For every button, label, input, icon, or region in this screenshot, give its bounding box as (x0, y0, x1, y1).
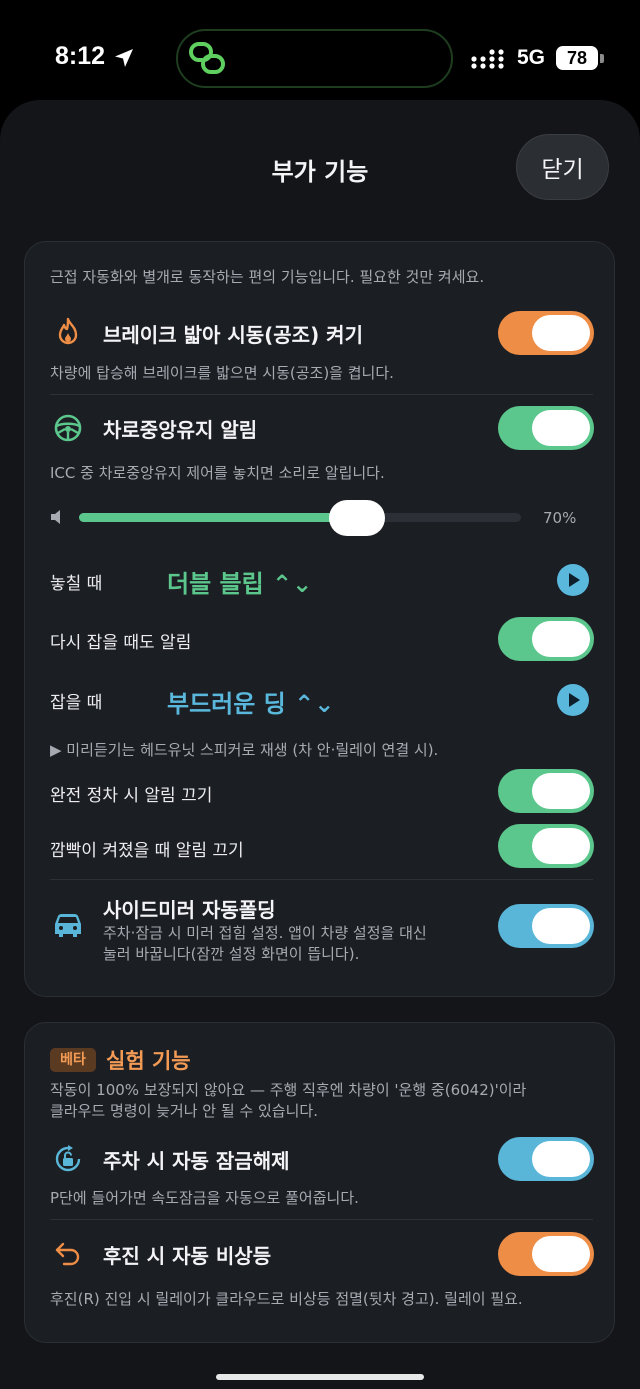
features-intro: 근접 자동화와 별개로 동작하는 편의 기능입니다. 필요한 것만 켜세요. (50, 268, 485, 286)
beta-badge: 베타 (50, 1048, 96, 1072)
lane-center-title: 차로중앙유지 알림 (103, 418, 258, 442)
auto-unlock-desc: P단에 들어가면 속도잠금을 자동으로 풀어줍니다. (50, 1189, 359, 1207)
auto-unlock-toggle[interactable] (498, 1137, 594, 1181)
regain-alert-toggle[interactable] (498, 617, 594, 661)
full-stop-mute-toggle[interactable] (498, 769, 594, 813)
toggle-knob (532, 773, 590, 809)
full-stop-mute-label: 완전 정차 시 알림 끄기 (50, 786, 213, 806)
close-button[interactable]: 닫기 (516, 134, 609, 200)
miss-sound-picker[interactable]: 더블 블립 ⌃⌄ (167, 564, 312, 599)
volume-slider-thumb[interactable] (329, 500, 386, 536)
experimental-warning-line2: 클라우드 명령이 늦거나 안 될 수 있습니다. (50, 1102, 318, 1120)
regain-sound-picker[interactable]: 부드러운 딩 ⌃⌄ (167, 684, 334, 719)
flame-icon (58, 317, 78, 345)
divider (50, 1219, 593, 1220)
battery-tip (600, 54, 604, 63)
experimental-warning-line1: 작동이 100% 보장되지 않아요 — 주행 직후엔 차량이 '운행 중(604… (50, 1081, 527, 1099)
brake-start-desc: 차량에 탑승해 브레이크를 밟으면 시동(공조)을 켭니다. (50, 364, 394, 382)
brake-start-toggle[interactable] (498, 311, 594, 355)
battery-level: 78 (556, 46, 598, 70)
miss-sound-play-icon[interactable] (557, 564, 589, 596)
toggle-knob (532, 410, 590, 446)
volume-slider-fill (79, 513, 358, 522)
toggle-knob (532, 908, 590, 944)
toggle-knob (532, 315, 590, 351)
mirror-fold-title: 사이드미러 자동폴딩 (103, 898, 276, 922)
location-arrow-icon (115, 49, 133, 67)
toggle-knob (532, 1141, 590, 1177)
regain-sound-label: 잡을 때 (50, 693, 103, 713)
toggle-knob (532, 621, 590, 657)
auto-hazard-desc: 후진(R) 진입 시 릴레이가 클라우드로 비상등 점멸(뒷차 경고). 릴레이… (50, 1290, 523, 1308)
auto-unlock-title: 주차 시 자동 잠금해제 (103, 1149, 290, 1173)
lane-center-toggle[interactable] (498, 406, 594, 450)
undo-arrow-icon (55, 1242, 80, 1266)
volume-value: 70% (543, 509, 577, 527)
divider (50, 879, 593, 880)
toggle-knob (532, 1236, 590, 1272)
link-icon (189, 42, 225, 74)
network-type: 5G (517, 46, 546, 69)
miss-sound-label: 놓칠 때 (50, 574, 103, 594)
auto-hazard-title: 후진 시 자동 비상등 (103, 1244, 272, 1268)
home-indicator (216, 1374, 424, 1380)
lock-rotate-icon (55, 1145, 81, 1172)
mirror-fold-desc-line2: 눌러 바꿉니다(잠깐 설정 화면이 뜹니다). (103, 945, 360, 963)
toggle-knob (532, 828, 590, 864)
divider (50, 394, 593, 395)
regain-sound-play-icon[interactable] (557, 684, 589, 716)
auto-hazard-toggle[interactable] (498, 1232, 594, 1276)
regain-alert-label: 다시 잡을 때도 알림 (50, 633, 192, 653)
mirror-fold-toggle[interactable] (498, 904, 594, 948)
lane-center-desc: ICC 중 차로중앙유지 제어를 놓치면 소리로 알립니다. (50, 464, 385, 482)
status-time: 8:12 (55, 42, 106, 70)
car-icon (55, 914, 81, 937)
steering-wheel-icon (54, 414, 82, 442)
signal-icon (471, 49, 504, 69)
mirror-fold-desc-line1: 주차·잠금 시 미러 접힘 설정. 앱이 차량 설정을 대신 (103, 924, 427, 942)
preview-note: ▶ 미리듣기는 헤드유닛 스피커로 재생 (차 안·릴레이 연결 시). (50, 741, 439, 759)
speaker-icon (51, 510, 60, 524)
experimental-title: 실험 기능 (106, 1049, 191, 1073)
status-bar: 8:12 5G 78 (0, 0, 640, 100)
blinker-mute-label: 깜빡이 켜졌을 때 알림 끄기 (50, 841, 244, 861)
brake-start-title: 브레이크 밟아 시동(공조) 켜기 (103, 323, 363, 347)
blinker-mute-toggle[interactable] (498, 824, 594, 868)
